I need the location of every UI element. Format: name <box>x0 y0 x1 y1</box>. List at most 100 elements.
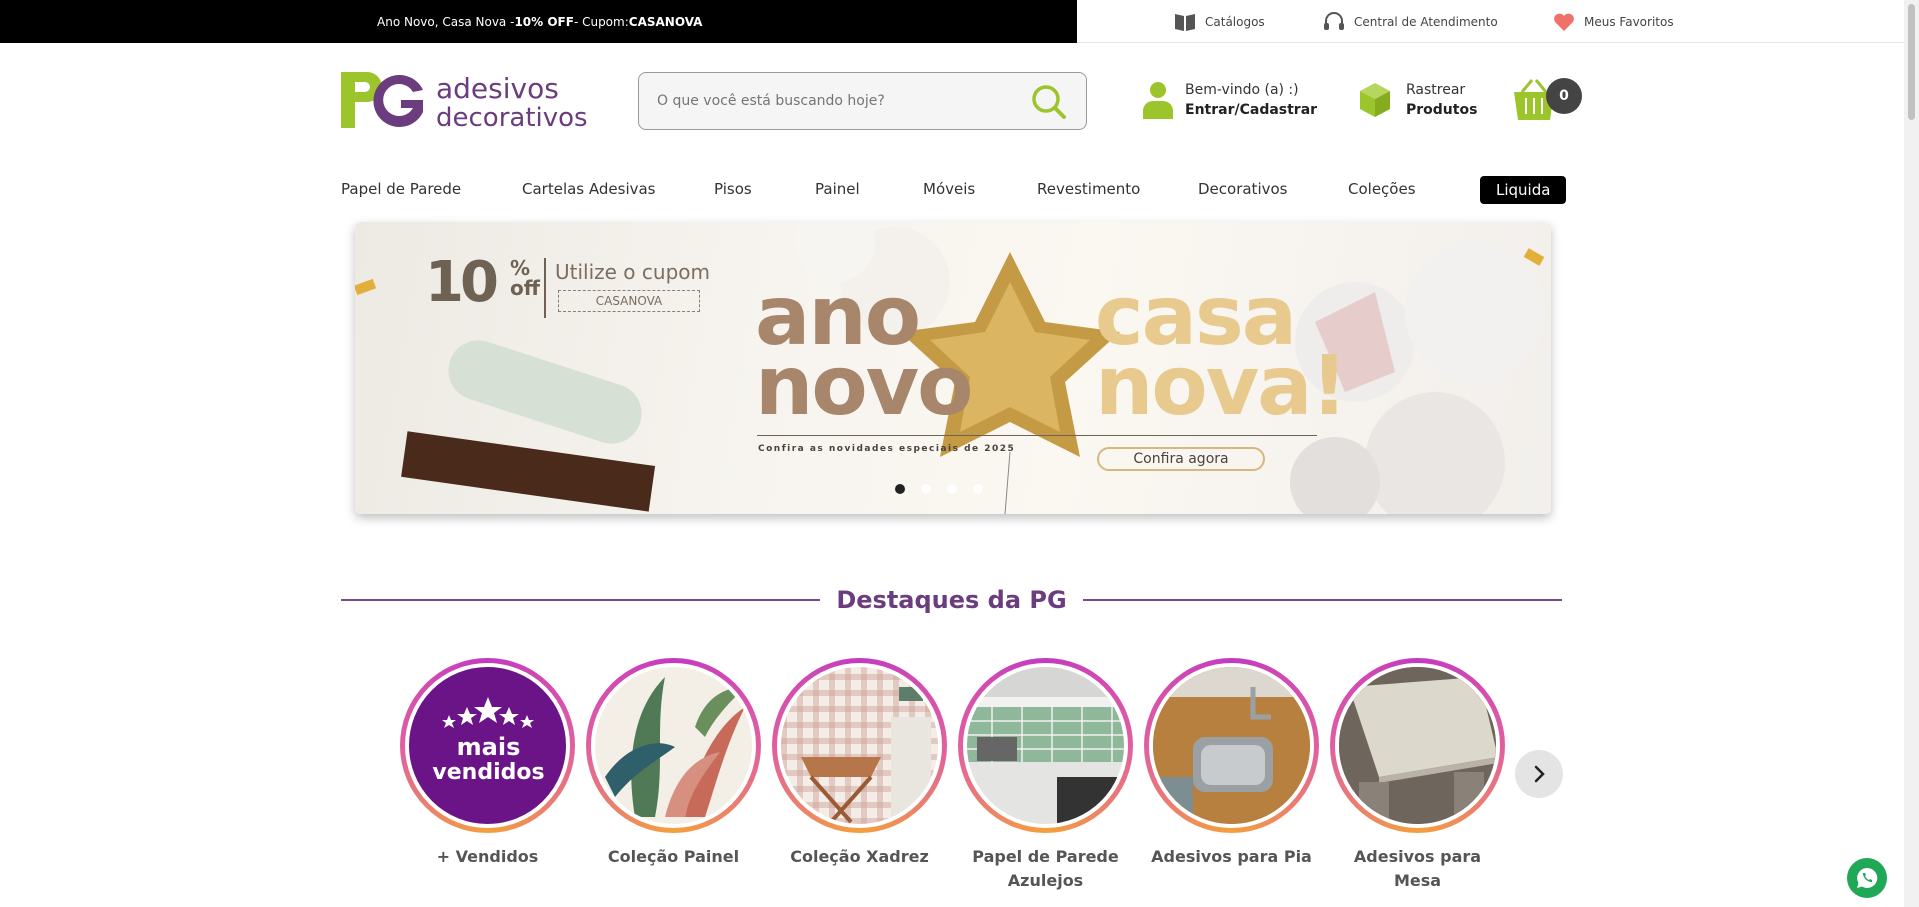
account-area[interactable]: Bem-vindo (a) :) Entrar/Cadastrar <box>1143 80 1317 120</box>
nav-revestimento[interactable]: Revestimento <box>1037 180 1140 198</box>
heart-icon <box>1554 13 1574 31</box>
carousel-dot-2[interactable] <box>921 484 931 494</box>
svg-text:mais: mais <box>457 733 521 761</box>
highlight-image <box>591 663 756 828</box>
highlight-label: Adesivos para Mesa <box>1353 847 1482 890</box>
nav-cartelas-adesivas[interactable]: Cartelas Adesivas <box>522 180 656 198</box>
highlight-ring <box>1144 658 1319 833</box>
mais-vendidos-badge: mais vendidos <box>432 697 545 785</box>
highlight-image <box>777 663 942 828</box>
catalogs-link[interactable]: Catálogos <box>1173 11 1265 33</box>
nav-decorativos[interactable]: Decorativos <box>1198 180 1287 198</box>
carousel-dot-3[interactable] <box>947 484 957 494</box>
highlight-ring <box>958 658 1133 833</box>
book-icon <box>1175 14 1195 31</box>
highlight-image <box>963 663 1128 828</box>
highlight-image: mais vendidos <box>405 663 570 828</box>
nav-moveis[interactable]: Móveis <box>923 180 975 198</box>
site-logo[interactable]: adesivos decorativos <box>341 70 588 133</box>
highlight-ring: mais vendidos <box>400 658 575 833</box>
page-scrollbar[interactable] <box>1904 0 1919 907</box>
search-icon[interactable] <box>1030 83 1068 121</box>
banner-word-casa-nova: casa nova! <box>1095 276 1348 434</box>
banner-coupon-code: CASANOVA <box>558 290 700 312</box>
whatsapp-button[interactable] <box>1847 858 1887 898</box>
highlight-ring <box>772 658 947 833</box>
svg-text:decorativos: decorativos <box>436 103 587 130</box>
support-link[interactable]: Central de Atendimento <box>1322 11 1498 33</box>
highlight-item-mais-vendidos[interactable]: mais vendidos + Vendidos <box>400 658 575 869</box>
favorites-label: Meus Favoritos <box>1584 15 1674 29</box>
promo-middle: - Cupom: <box>573 14 629 29</box>
highlight-image <box>1149 663 1314 828</box>
nav-painel[interactable]: Painel <box>815 180 860 198</box>
highlight-item-colecao-painel[interactable]: Coleção Painel <box>586 658 761 869</box>
banner-use-coupon: Utilize o cupom <box>555 260 710 284</box>
support-label: Central de Atendimento <box>1354 15 1498 29</box>
svg-text:vendidos: vendidos <box>432 760 544 785</box>
highlight-label: Papel de Parede Azulejos <box>972 847 1119 890</box>
carousel-next-button[interactable] <box>1515 750 1563 798</box>
nav-liquida[interactable]: Liquida <box>1480 176 1567 204</box>
whatsapp-icon <box>1857 867 1878 888</box>
catalogs-label: Catálogos <box>1205 15 1265 29</box>
banner-word-novo: novo <box>755 339 973 434</box>
track-line1: Rastrear <box>1406 82 1466 98</box>
banner-off-symbol: % <box>510 256 531 280</box>
promo-banner[interactable]: Ano Novo, Casa Nova - 10% OFF - Cupom: C… <box>0 0 1077 43</box>
nav-papel-de-parede[interactable]: Papel de Parede <box>341 180 461 198</box>
banner-off: % off <box>510 258 540 298</box>
banner-percent: 10 <box>425 250 499 315</box>
account-text: Bem-vindo (a) :) Entrar/Cadastrar <box>1185 80 1317 120</box>
nav-colecoes[interactable]: Coleções <box>1348 180 1416 198</box>
track-orders[interactable]: Rastrear Produtos <box>1358 80 1477 120</box>
promo-discount: 10% OFF <box>514 14 574 29</box>
carousel-dot-1[interactable] <box>895 484 905 494</box>
login-link[interactable]: Entrar/Cadastrar <box>1185 102 1317 118</box>
search-input[interactable] <box>657 93 1017 109</box>
highlight-image <box>1335 663 1500 828</box>
highlight-label: Coleção Painel <box>607 847 740 866</box>
track-line2: Produtos <box>1406 102 1478 118</box>
banner-off-word: off <box>510 276 540 300</box>
highlight-label: + Vendidos <box>436 847 539 866</box>
favorites-link[interactable]: Meus Favoritos <box>1552 11 1674 33</box>
scrollbar-thumb[interactable] <box>1908 4 1915 120</box>
highlight-ring <box>586 658 761 833</box>
track-text: Rastrear Produtos <box>1406 80 1477 120</box>
banner-divider <box>544 258 546 318</box>
cart-count-badge[interactable]: 0 <box>1546 78 1582 114</box>
carousel-dot-4[interactable] <box>973 484 983 494</box>
hero-banner[interactable]: 10 % off Utilize o cupom CASANOVA ano no… <box>355 222 1551 514</box>
highlight-label: Adesivos para Pia <box>1151 847 1312 866</box>
highlight-ring <box>1330 658 1505 833</box>
highlight-item-colecao-xadrez[interactable]: Coleção Xadrez <box>772 658 947 869</box>
highlights-title: Destaques da PG <box>836 586 1067 614</box>
highlight-item-adesivos-para-pia[interactable]: Adesivos para Pia <box>1144 658 1319 869</box>
headset-icon <box>1324 12 1344 30</box>
banner-subtitle: Confira as novidades especiais de 2025 <box>758 444 1016 454</box>
package-icon <box>1360 83 1390 117</box>
banner-word-ano-novo: ano novo <box>755 276 973 434</box>
promo-prefix: Ano Novo, Casa Nova - <box>377 14 515 29</box>
user-icon <box>1143 82 1173 119</box>
banner-cta-button[interactable]: Confira agora <box>1097 447 1265 471</box>
highlight-label: Coleção Xadrez <box>790 847 929 866</box>
heading-line-left <box>341 599 821 601</box>
main-nav: Papel de Parede Cartelas Adesivas Pisos … <box>341 176 1567 204</box>
nav-pisos[interactable]: Pisos <box>714 180 752 198</box>
carousel-dots <box>895 484 983 494</box>
top-bar: Ano Novo, Casa Nova - 10% OFF - Cupom: C… <box>0 0 1904 43</box>
account-greeting: Bem-vindo (a) :) <box>1185 82 1299 98</box>
highlight-item-adesivos-para-mesa[interactable]: Adesivos para Mesa <box>1330 658 1505 893</box>
heading-line-right <box>1082 599 1563 601</box>
chevron-right-icon <box>1534 765 1545 783</box>
promo-code: CASANOVA <box>628 14 703 29</box>
highlights-heading: Destaques da PG <box>341 585 1563 615</box>
banner-word-nova: nova! <box>1095 339 1348 434</box>
svg-text:adesivos: adesivos <box>436 72 559 105</box>
highlight-item-papel-de-parede-azulejos[interactable]: Papel de Parede Azulejos <box>958 658 1133 893</box>
logo-mark: adesivos decorativos <box>341 72 588 133</box>
search-box[interactable] <box>638 72 1087 130</box>
banner-underline <box>757 435 1317 436</box>
